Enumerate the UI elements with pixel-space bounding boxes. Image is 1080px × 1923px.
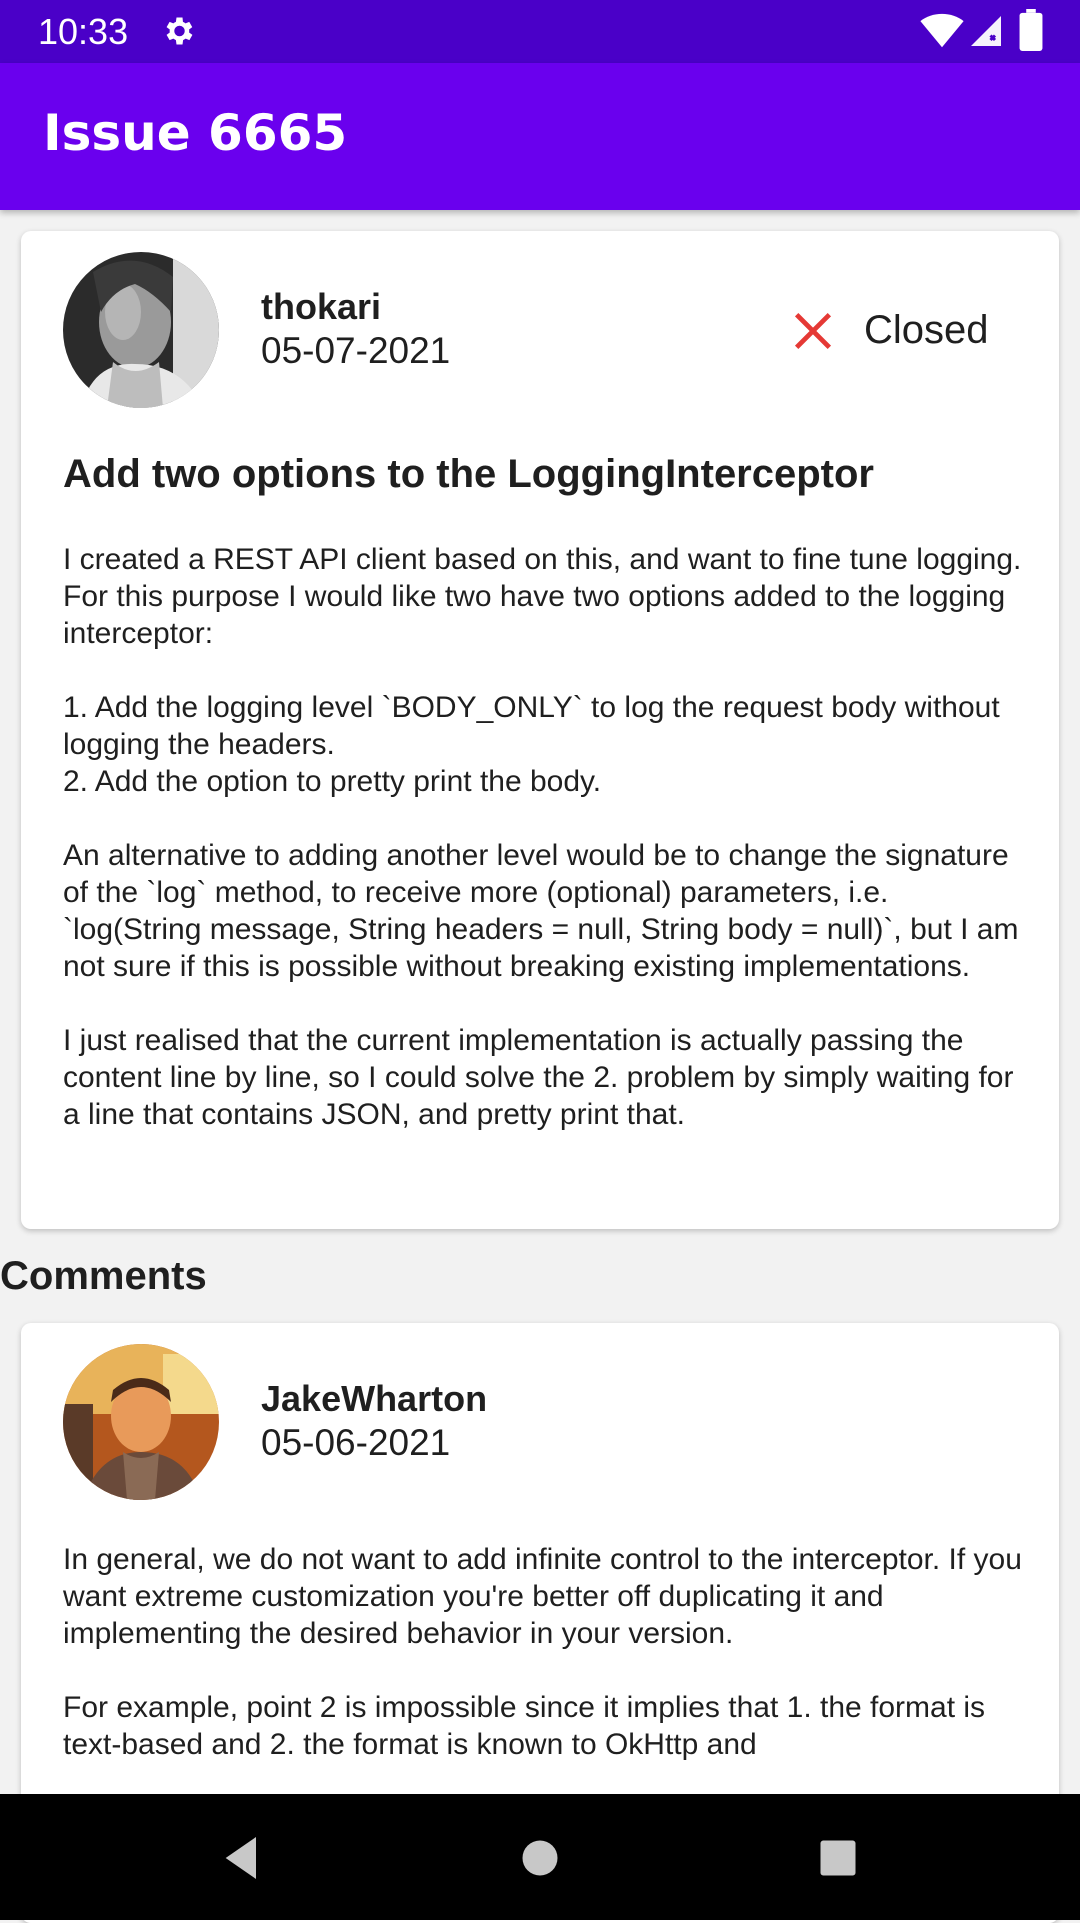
status-time: 10:33	[38, 11, 129, 52]
app-bar: Issue 6665	[0, 63, 1080, 210]
battery-icon	[1019, 9, 1043, 51]
issue-body: I created a REST API client based on thi…	[63, 543, 1022, 1131]
issue-author[interactable]: thokari	[261, 285, 381, 329]
avatar	[63, 252, 219, 408]
comments-heading: Comments	[0, 1254, 207, 1298]
comment-author[interactable]: JakeWharton	[261, 1377, 487, 1421]
navigation-bar	[0, 1794, 1080, 1920]
issue-date: 05-07-2021	[261, 330, 451, 371]
back-icon[interactable]	[214, 1830, 270, 1886]
page-title: Issue 6665	[43, 104, 348, 162]
home-icon[interactable]	[512, 1830, 568, 1886]
status-bar: 10:33	[0, 0, 1080, 63]
issue-card: thokari 05-07-2021 Closed Add two option…	[21, 231, 1059, 1229]
status-badge: Closed	[864, 308, 989, 352]
wifi-icon	[920, 13, 964, 48]
signal-icon	[971, 16, 1001, 46]
comment-body: In general, we do not want to add infini…	[63, 1543, 1022, 1761]
avatar	[63, 1344, 219, 1500]
comment-date: 05-06-2021	[261, 1422, 451, 1463]
recents-icon[interactable]	[810, 1830, 866, 1886]
issue-title: Add two options to the LoggingIntercepto…	[63, 452, 874, 496]
close-icon	[794, 312, 832, 350]
gear-icon	[166, 17, 193, 45]
